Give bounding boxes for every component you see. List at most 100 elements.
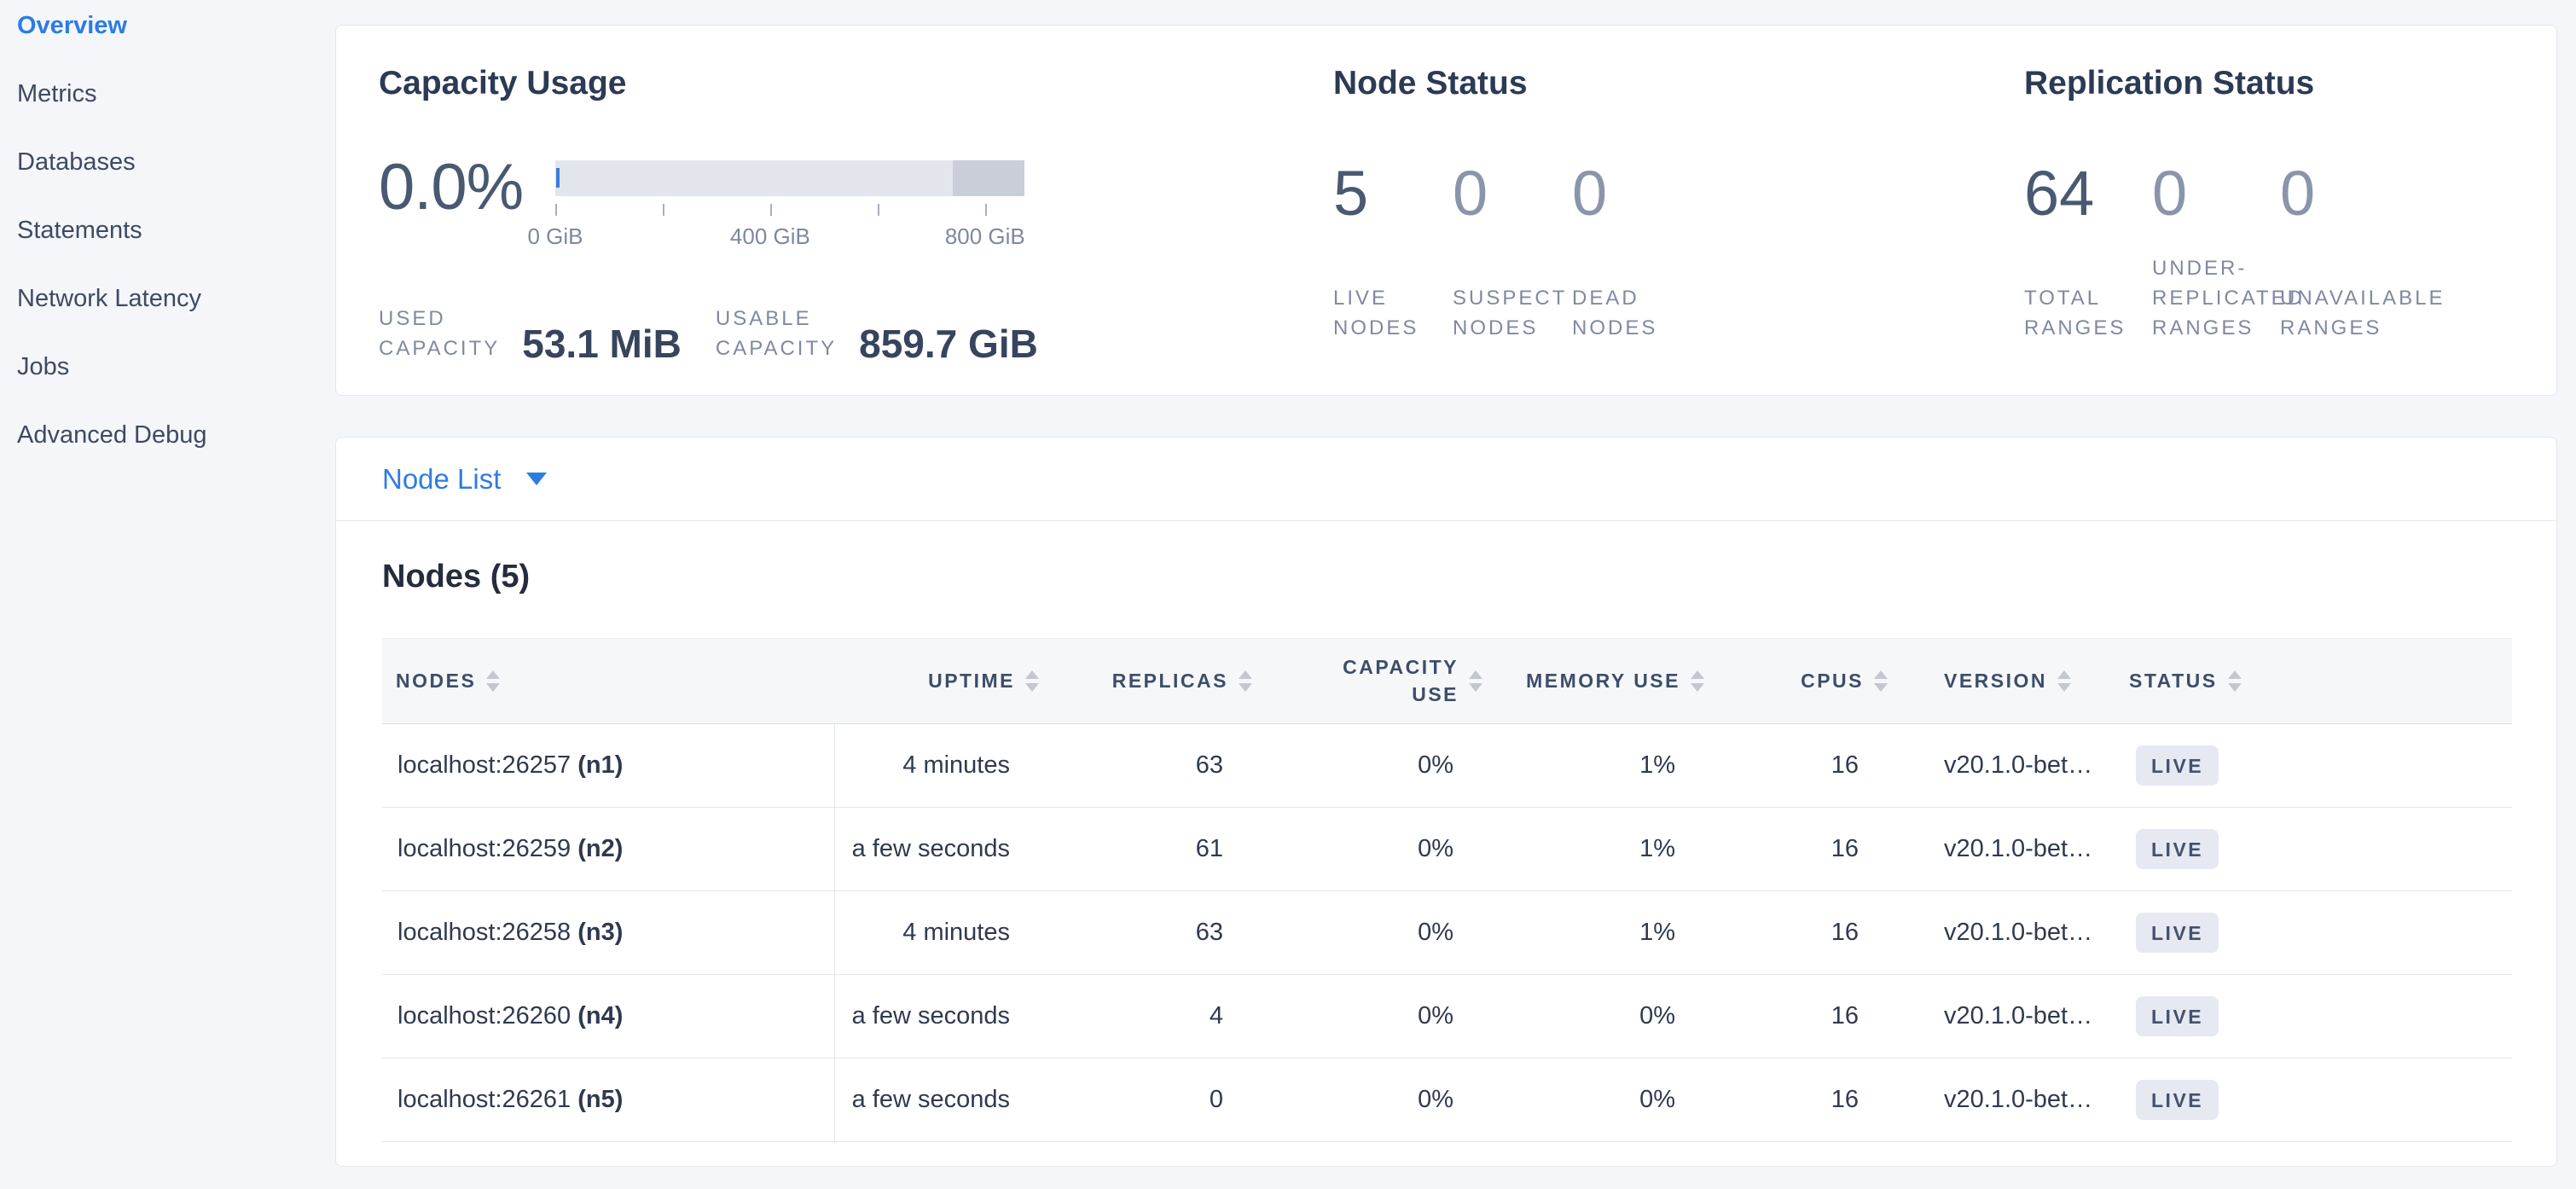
uptime-cell: 4 minutes xyxy=(834,891,1039,975)
axis-tick xyxy=(985,204,987,216)
unavailable-ranges-label: UNAVAILABLE RANGES xyxy=(2280,283,2408,343)
replication-status-title: Replication Status xyxy=(2024,65,2556,102)
live-nodes-value: 5 xyxy=(1333,162,1453,225)
status-badge: LIVE xyxy=(2136,745,2219,786)
uptime-cell: 4 minutes xyxy=(834,724,1039,808)
capacity-bar xyxy=(555,160,1024,196)
capacity-use-cell: 0% xyxy=(1252,808,1482,891)
nodes-count-title: Nodes (5) xyxy=(382,559,2556,595)
cpus-cell: 16 xyxy=(1704,891,1888,975)
capacity-bar-other-used-segment xyxy=(953,160,1024,196)
column-header-replicas[interactable]: REPLICAS xyxy=(1039,639,1252,724)
cpus-cell: 16 xyxy=(1704,1058,1888,1142)
memory-use-cell: 1% xyxy=(1482,891,1704,975)
sort-icon xyxy=(2228,670,2242,692)
node-address-cell[interactable]: localhost:26261 (n5) xyxy=(382,1058,834,1142)
capacity-usage-title: Capacity Usage xyxy=(379,65,1333,102)
replicas-cell: 61 xyxy=(1039,808,1252,891)
node-status-section: Node Status 5 LIVE NODES 0 SUSPECT NODES… xyxy=(1333,65,2024,395)
column-header-version[interactable]: VERSION xyxy=(1888,639,2129,724)
version-cell: v20.1.0-bet… xyxy=(1888,975,2129,1058)
version-cell: v20.1.0-bet… xyxy=(1888,808,2129,891)
version-cell: v20.1.0-bet… xyxy=(1888,891,2129,975)
usable-capacity-value: 859.7 GiB xyxy=(859,326,1038,363)
uptime-cell: a few seconds xyxy=(834,975,1039,1058)
capacity-percent-value: 0.0% xyxy=(379,154,534,249)
axis-label-800gib: 800 GiB xyxy=(945,223,1025,250)
replication-status-section: Replication Status 64 TOTAL RANGES 0 UND… xyxy=(2024,65,2556,395)
capacity-use-cell: 0% xyxy=(1252,891,1482,975)
node-address-cell[interactable]: localhost:26259 (n2) xyxy=(382,808,834,891)
table-row: localhost:26261 (n5) a few seconds 0 0% … xyxy=(382,1058,2512,1142)
used-capacity-stat: USED CAPACITY 53.1 MiB xyxy=(379,304,682,363)
dead-nodes-label: DEAD NODES xyxy=(1572,283,1691,343)
sidebar-item-network-latency[interactable]: Network Latency xyxy=(0,264,334,333)
table-row: localhost:26259 (n2) a few seconds 61 0%… xyxy=(382,808,2512,891)
status-badge: LIVE xyxy=(2136,996,2219,1036)
used-capacity-label: USED CAPACITY xyxy=(379,304,500,363)
sidebar-item-databases[interactable]: Databases xyxy=(0,128,334,196)
node-address-cell[interactable]: localhost:26258 (n3) xyxy=(382,891,834,975)
capacity-bar-used-marker xyxy=(556,168,560,188)
status-badge: LIVE xyxy=(2136,913,2219,953)
live-nodes-label: LIVE NODES xyxy=(1333,283,1453,343)
total-ranges-label: TOTAL RANGES xyxy=(2024,283,2152,343)
version-cell: v20.1.0-bet… xyxy=(1888,724,2129,808)
status-cell: LIVE xyxy=(2129,808,2512,891)
sidebar-item-advanced-debug[interactable]: Advanced Debug xyxy=(0,401,334,469)
uptime-cell: a few seconds xyxy=(834,1058,1039,1142)
capacity-usage-section: Capacity Usage 0.0% 0 GiB 400 GiB xyxy=(379,65,1333,395)
column-header-status[interactable]: STATUS xyxy=(2129,639,2512,724)
sidebar-item-jobs[interactable]: Jobs xyxy=(0,333,334,401)
column-header-capacity-use[interactable]: CAPACITYUSE xyxy=(1252,639,1482,724)
status-cell: LIVE xyxy=(2129,724,2512,808)
column-header-nodes[interactable]: NODES xyxy=(382,639,834,724)
capacity-bar-chart: 0 GiB 400 GiB 800 GiB xyxy=(555,154,1024,249)
column-header-uptime[interactable]: UPTIME xyxy=(834,639,1039,724)
memory-use-cell: 0% xyxy=(1482,975,1704,1058)
status-badge: LIVE xyxy=(2136,829,2219,869)
sort-icon xyxy=(1691,670,1704,692)
sort-icon xyxy=(1239,670,1252,692)
sidebar: Overview Metrics Databases Statements Ne… xyxy=(0,0,334,469)
capacity-use-cell: 0% xyxy=(1252,724,1482,808)
unavailable-ranges-stat: 0 UNAVAILABLE RANGES xyxy=(2280,162,2408,343)
node-list-dropdown[interactable]: Node List xyxy=(382,463,501,496)
column-header-cpus[interactable]: CPUS xyxy=(1704,639,1888,724)
total-ranges-value: 64 xyxy=(2024,162,2152,225)
under-replicated-ranges-label: UNDER- REPLICATED RANGES xyxy=(2152,253,2280,343)
column-header-memory-use[interactable]: MEMORY USE xyxy=(1482,639,1704,724)
table-header-row: NODES UPTIME REPLICAS CAPACITYUSE xyxy=(382,639,2512,724)
memory-use-cell: 0% xyxy=(1482,1058,1704,1142)
suspect-nodes-label: SUSPECT NODES xyxy=(1453,283,1572,343)
version-cell: v20.1.0-bet… xyxy=(1888,1058,2129,1142)
sidebar-item-metrics[interactable]: Metrics xyxy=(0,60,334,128)
node-address-cell[interactable]: localhost:26257 (n1) xyxy=(382,724,834,808)
sidebar-item-statements[interactable]: Statements xyxy=(0,196,334,264)
replicas-cell: 63 xyxy=(1039,891,1252,975)
replicas-cell: 0 xyxy=(1039,1058,1252,1142)
usable-capacity-label: USABLE CAPACITY xyxy=(716,304,837,363)
axis-label-400gib: 400 GiB xyxy=(730,223,810,250)
node-list-card: Node List Nodes (5) NODES UPTIME REPLICA… xyxy=(335,437,2557,1167)
sort-icon xyxy=(1874,670,1888,692)
used-capacity-value: 53.1 MiB xyxy=(522,326,682,363)
dead-nodes-value: 0 xyxy=(1572,162,1691,225)
memory-use-cell: 1% xyxy=(1482,808,1704,891)
suspect-nodes-value: 0 xyxy=(1453,162,1572,225)
chevron-down-icon[interactable] xyxy=(526,473,547,485)
axis-label-0gib: 0 GiB xyxy=(527,223,583,250)
live-nodes-stat: 5 LIVE NODES xyxy=(1333,162,1453,343)
sidebar-item-overview[interactable]: Overview xyxy=(0,0,334,60)
cpus-cell: 16 xyxy=(1704,975,1888,1058)
unavailable-ranges-value: 0 xyxy=(2280,162,2408,225)
dead-nodes-stat: 0 DEAD NODES xyxy=(1572,162,1691,343)
cpus-cell: 16 xyxy=(1704,808,1888,891)
replicas-cell: 63 xyxy=(1039,724,1252,808)
cluster-summary-card: Capacity Usage 0.0% 0 GiB 400 GiB xyxy=(335,25,2557,396)
sort-icon xyxy=(2057,670,2071,692)
nodes-table: NODES UPTIME REPLICAS CAPACITYUSE xyxy=(382,638,2512,1142)
node-address-cell[interactable]: localhost:26260 (n4) xyxy=(382,975,834,1058)
node-status-title: Node Status xyxy=(1333,65,2024,102)
cpus-cell: 16 xyxy=(1704,724,1888,808)
